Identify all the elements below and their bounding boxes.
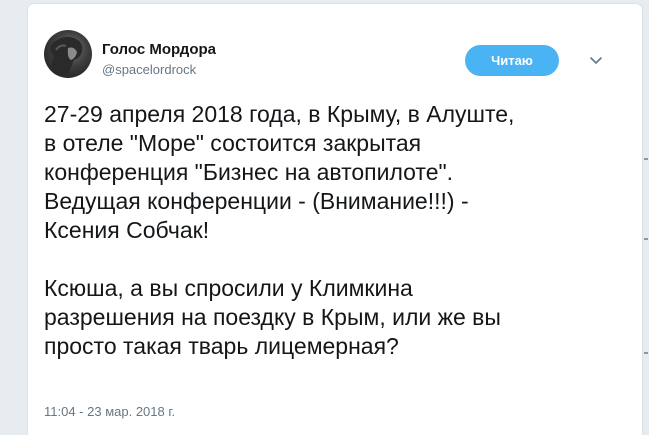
tweet-text: 27-29 апреля 2018 года, в Крыму, в Алушт…	[44, 101, 515, 359]
follow-button[interactable]: Читаю	[465, 45, 559, 76]
background-side	[641, 0, 649, 435]
author-name[interactable]: Голос Мордора	[102, 41, 216, 58]
chevron-down-icon[interactable]	[588, 52, 604, 68]
tweet-card: Голос Мордора @spacelordrock Читаю 27-29…	[28, 4, 642, 435]
tweet-timestamp[interactable]: 11:04 - 23 мар. 2018 г.	[44, 404, 175, 419]
avatar[interactable]	[44, 30, 92, 78]
author-handle[interactable]: @spacelordrock	[102, 62, 196, 77]
